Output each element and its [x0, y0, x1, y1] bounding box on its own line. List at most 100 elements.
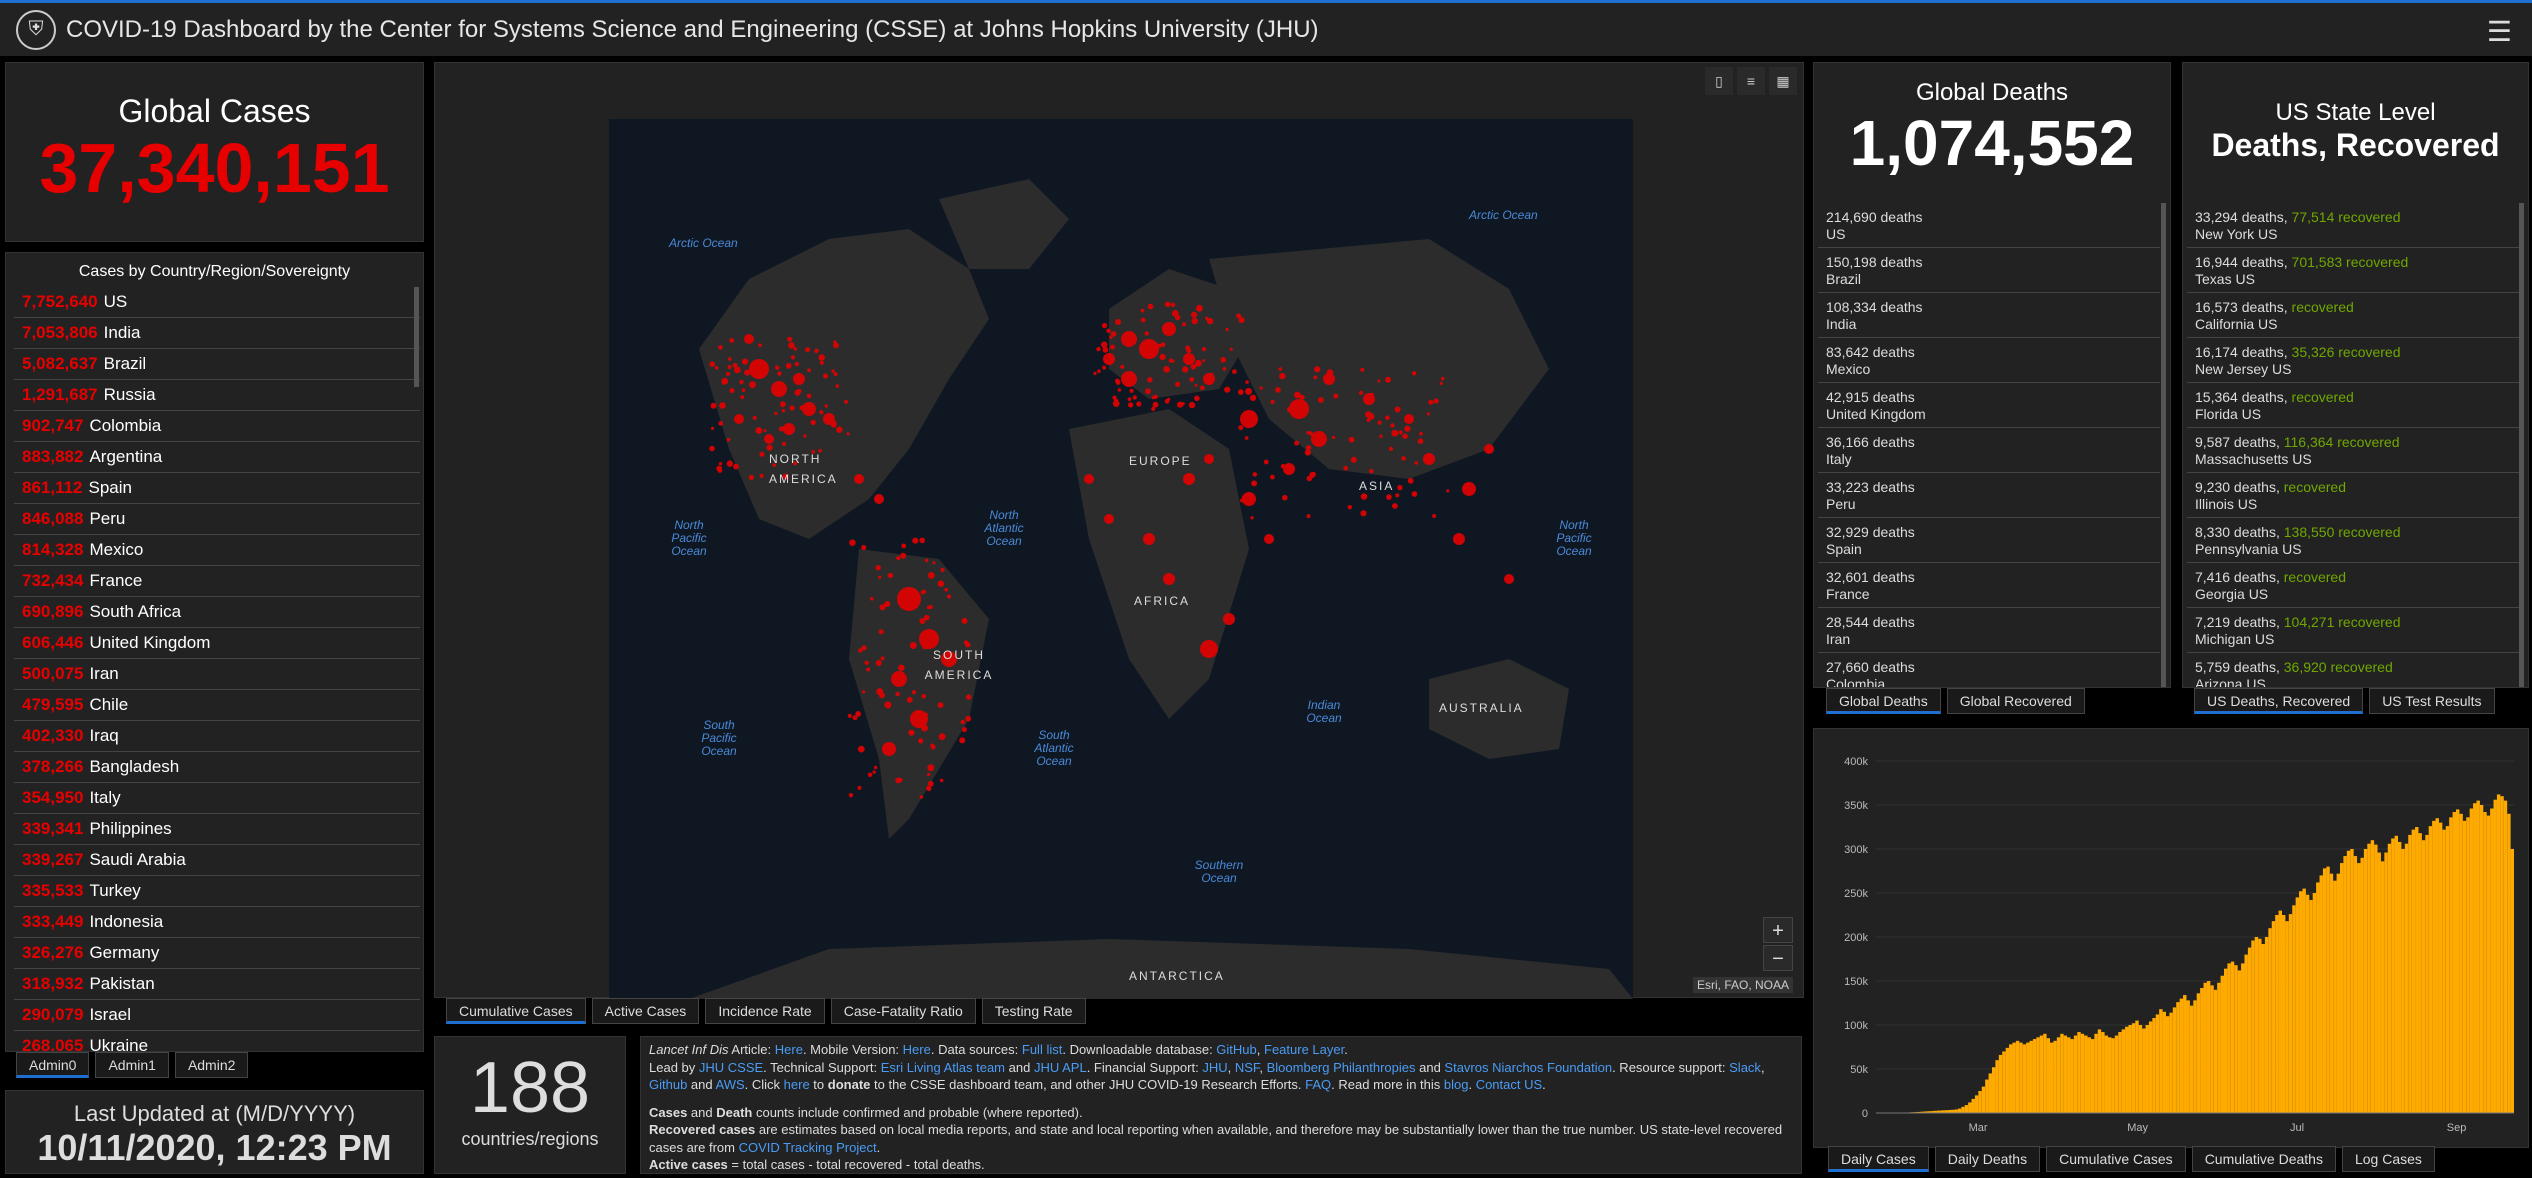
tab-admin0[interactable]: Admin0 [16, 1052, 89, 1078]
deaths-row[interactable]: 42,915 deaths United Kingdom [1818, 383, 2160, 428]
country-row[interactable]: 318,932 Pakistan [14, 969, 420, 1000]
us-state-row[interactable]: 8,330 deaths, 138,550 recovered Pennsylva… [2187, 518, 2519, 563]
deaths-row[interactable]: 32,929 deaths Spain [1818, 518, 2160, 563]
link[interactable]: Slack [1729, 1060, 1761, 1075]
us-state-row[interactable]: 7,416 deaths, recovered Georgia US [2187, 563, 2519, 608]
country-row[interactable]: 606,446 United Kingdom [14, 628, 420, 659]
deaths-row[interactable]: 83,642 deaths Mexico [1818, 338, 2160, 383]
country-row[interactable]: 402,330 Iraq [14, 721, 420, 752]
link[interactable]: Bloomberg Philanthropies [1267, 1060, 1416, 1075]
link[interactable]: COVID Tracking Project [739, 1140, 877, 1155]
country-row[interactable]: 500,075 Iran [14, 659, 420, 690]
country-row[interactable]: 479,595 Chile [14, 690, 420, 721]
deaths-row[interactable]: 32,601 deaths France [1818, 563, 2160, 608]
tab-daily-cases[interactable]: Daily Cases [1828, 1146, 1929, 1172]
tab-us-test-results[interactable]: US Test Results [2369, 688, 2494, 714]
country-row[interactable]: 268,065 Ukraine [14, 1031, 420, 1051]
tab-cumulative-deaths[interactable]: Cumulative Deaths [2192, 1146, 2336, 1172]
link[interactable]: JHU APL [1034, 1060, 1087, 1075]
country-row[interactable]: 7,053,806 India [14, 318, 420, 349]
deaths-row[interactable]: 214,690 deaths US [1818, 203, 2160, 248]
link[interactable]: JHU CSSE [699, 1060, 763, 1075]
country-row[interactable]: 1,291,687 Russia [14, 380, 420, 411]
tab-admin1[interactable]: Admin1 [95, 1052, 168, 1078]
country-row[interactable]: 339,341 Philippines [14, 814, 420, 845]
bookmark-icon[interactable]: ▯ [1705, 67, 1733, 95]
deaths-row[interactable]: 28,544 deaths Iran [1818, 608, 2160, 653]
country-row[interactable]: 861,112 Spain [14, 473, 420, 504]
link[interactable]: NSF [1235, 1060, 1260, 1075]
deaths-list[interactable]: 214,690 deaths US 150,198 deaths Brazil 108,… [1818, 203, 2160, 687]
link[interactable]: Here [903, 1042, 931, 1057]
country-row[interactable]: 5,082,637 Brazil [14, 349, 420, 380]
us-state-row[interactable]: 7,219 deaths, 104,271 recovered Michigan … [2187, 608, 2519, 653]
country-row[interactable]: 690,896 South Africa [14, 597, 420, 628]
scrollbar[interactable] [2519, 203, 2524, 687]
country-row[interactable]: 7,752,640 US [14, 287, 420, 318]
country-list[interactable]: 7,752,640 US 7,053,806 India 5,082,637 Brazil… [14, 287, 420, 1051]
us-state-row[interactable]: 15,364 deaths, recovered Florida US [2187, 383, 2519, 428]
tab-active-cases[interactable]: Active Cases [592, 998, 700, 1024]
us-state-row[interactable]: 5,759 deaths, 36,920 recovered Arizona US [2187, 653, 2519, 687]
link[interactable]: Github [649, 1077, 687, 1092]
country-row[interactable]: 339,267 Saudi Arabia [14, 845, 420, 876]
country-row[interactable]: 883,882 Argentina [14, 442, 420, 473]
world-map[interactable]: Arctic Ocean Arctic Ocean North Pacific … [609, 119, 1633, 999]
link[interactable]: GitHub [1216, 1042, 1256, 1057]
tab-admin2[interactable]: Admin2 [175, 1052, 248, 1078]
us-state-row[interactable]: 9,587 deaths, 116,364 recovered Massachus… [2187, 428, 2519, 473]
deaths-row[interactable]: 27,660 deaths Colombia [1818, 653, 2160, 687]
link[interactable]: Feature Layer [1264, 1042, 1344, 1057]
tab-case-fatality-ratio[interactable]: Case-Fatality Ratio [831, 998, 976, 1024]
link[interactable]: JHU [1202, 1060, 1227, 1075]
tab-us-deaths-recovered[interactable]: US Deaths, Recovered [2194, 688, 2363, 714]
deaths-row[interactable]: 150,198 deaths Brazil [1818, 248, 2160, 293]
country-row[interactable]: 354,950 Italy [14, 783, 420, 814]
link[interactable]: AWS [716, 1077, 745, 1092]
country-row[interactable]: 378,266 Bangladesh [14, 752, 420, 783]
link[interactable]: FAQ [1305, 1077, 1331, 1092]
deaths-row[interactable]: 33,223 deaths Peru [1818, 473, 2160, 518]
link[interactable]: Esri Living Atlas team [881, 1060, 1005, 1075]
tab-global-deaths[interactable]: Global Deaths [1826, 688, 1941, 714]
us-state-row[interactable]: 16,944 deaths, 701,583 recovered Texas US [2187, 248, 2519, 293]
country-row[interactable]: 902,747 Colombia [14, 411, 420, 442]
us-state-row[interactable]: 9,230 deaths, recovered Illinois US [2187, 473, 2519, 518]
tab-cumulative-cases[interactable]: Cumulative Cases [446, 998, 586, 1024]
zoom-out-button[interactable]: − [1763, 945, 1793, 971]
basemap-gallery-icon[interactable]: ▦ [1769, 67, 1797, 95]
country-row[interactable]: 335,533 Turkey [14, 876, 420, 907]
country-row[interactable]: 326,276 Germany [14, 938, 420, 969]
us-state-row[interactable]: 16,174 deaths, 35,326 recovered New Jerse… [2187, 338, 2519, 383]
country-row[interactable]: 333,449 Indonesia [14, 907, 420, 938]
tab-daily-deaths[interactable]: Daily Deaths [1935, 1146, 2040, 1172]
country-row[interactable]: 846,088 Peru [14, 504, 420, 535]
link[interactable]: here [784, 1077, 810, 1092]
link[interactable]: Contact US [1476, 1077, 1542, 1092]
us-state-row[interactable]: 33,294 deaths, 77,514 recovered New York … [2187, 203, 2519, 248]
legend-icon[interactable]: ≡ [1737, 67, 1765, 95]
hamburger-icon[interactable]: ☰ [2487, 15, 2512, 48]
map-panel[interactable]: ▯ ≡ ▦ Arctic Ocean Arctic Ocean North Pa… [434, 62, 1804, 998]
link[interactable]: Stavros Niarchos Foundation [1444, 1060, 1612, 1075]
deaths-row[interactable]: 36,166 deaths Italy [1818, 428, 2160, 473]
deaths-row[interactable]: 108,334 deaths India [1818, 293, 2160, 338]
link[interactable]: Full list [1022, 1042, 1062, 1057]
country-row[interactable]: 290,079 Israel [14, 1000, 420, 1031]
zoom-in-button[interactable]: + [1763, 917, 1793, 943]
tab-cumulative-cases[interactable]: Cumulative Cases [2046, 1146, 2186, 1172]
case-marker [819, 410, 823, 414]
tab-global-recovered[interactable]: Global Recovered [1947, 688, 2085, 714]
tab-incidence-rate[interactable]: Incidence Rate [705, 998, 824, 1024]
country-row[interactable]: 814,328 Mexico [14, 535, 420, 566]
tab-log-cases[interactable]: Log Cases [2342, 1146, 2435, 1172]
scrollbar[interactable] [2161, 203, 2166, 687]
link[interactable]: blog [1444, 1077, 1469, 1092]
scrollbar[interactable] [414, 287, 419, 387]
link[interactable]: Here [775, 1042, 803, 1057]
us-state-row[interactable]: 16,573 deaths, recovered California US [2187, 293, 2519, 338]
country-row[interactable]: 732,434 France [14, 566, 420, 597]
us-state-list[interactable]: 33,294 deaths, 77,514 recovered New York … [2187, 203, 2519, 687]
tab-testing-rate[interactable]: Testing Rate [982, 998, 1086, 1024]
daily-cases-chart[interactable]: 0 50k 100k 150k 200k 250k 300k 350k 400k Mar May Ju… [1814, 729, 2530, 1149]
